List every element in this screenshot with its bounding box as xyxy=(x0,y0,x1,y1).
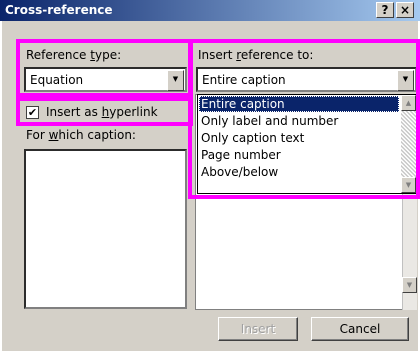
help-button[interactable]: ? xyxy=(376,2,394,18)
caption-list[interactable] xyxy=(24,149,187,309)
reference-type-value: Equation xyxy=(30,73,84,87)
title-bar[interactable]: Cross-reference ? × xyxy=(0,0,420,21)
insert-button[interactable]: Insert xyxy=(218,317,298,341)
for-which-caption-label: For which caption: xyxy=(26,128,136,142)
dropdown-option-page-number[interactable]: Page number xyxy=(199,147,399,163)
dropdown-option-label-and-number[interactable]: Only label and number xyxy=(199,113,399,129)
cross-reference-dialog: Cross-reference ? × Reference type: Equa… xyxy=(0,0,420,353)
scroll-up-arrow-icon[interactable]: ▲ xyxy=(401,95,416,111)
insert-as-hyperlink-checkbox[interactable]: ✔ xyxy=(26,106,39,119)
chevron-down-icon[interactable]: ▼ xyxy=(397,70,414,91)
dropdown-option-above-below[interactable]: Above/below xyxy=(199,164,399,180)
dialog-title: Cross-reference xyxy=(5,3,113,17)
insert-reference-to-label: Insert reference to: xyxy=(198,48,314,62)
insert-as-hyperlink-label[interactable]: Insert as hyperlink xyxy=(46,105,158,120)
dropdown-scrollbar[interactable]: ▲ ▼ xyxy=(401,95,416,193)
chevron-down-icon[interactable]: ▼ xyxy=(167,70,184,91)
close-button[interactable]: × xyxy=(396,2,414,18)
dropdown-option-entire-caption[interactable]: Entire caption xyxy=(199,96,399,112)
scroll-down-arrow-icon[interactable]: ▼ xyxy=(401,177,416,193)
reference-type-select[interactable]: Equation ▼ xyxy=(24,67,187,92)
insert-reference-to-dropdown[interactable]: Entire caption Only label and number Onl… xyxy=(197,94,417,194)
reference-type-label: Reference type: xyxy=(26,48,122,62)
dropdown-option-caption-text[interactable]: Only caption text xyxy=(199,130,399,146)
scroll-down-arrow-icon[interactable]: ▼ xyxy=(402,277,417,293)
insert-reference-to-select[interactable]: Entire caption ▼ xyxy=(196,67,417,92)
cancel-button[interactable]: Cancel xyxy=(311,317,409,341)
insert-reference-to-value: Entire caption xyxy=(202,73,286,87)
